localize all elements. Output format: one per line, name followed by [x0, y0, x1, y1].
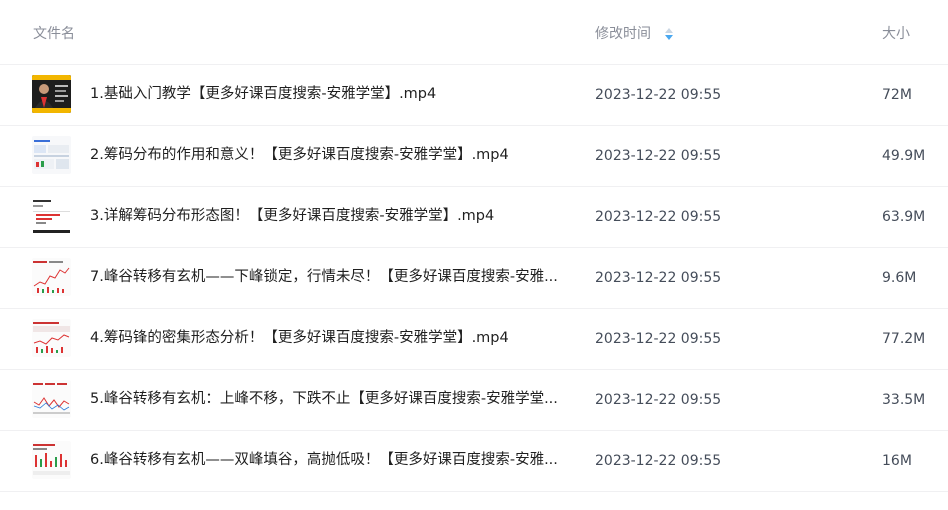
column-header-name[interactable]: 文件名: [33, 25, 75, 43]
file-name[interactable]: 2.筹码分布的作用和意义！【更多好课百度搜索-安雅学堂】.mp4: [90, 146, 560, 165]
file-size: 77.2M: [882, 331, 926, 347]
table-row[interactable]: 1.基础入门教学【更多好课百度搜索-安雅学堂】.mp4 2023-12-22 0…: [0, 64, 948, 126]
file-size: 9.6M: [882, 270, 917, 286]
file-name[interactable]: 4.筹码锋的密集形态分析！【更多好课百度搜索-安雅学堂】.mp4: [90, 329, 560, 348]
file-name[interactable]: 5.峰谷转移有玄机：上峰不移，下跌不止【更多好课百度搜索-安雅学堂...: [90, 390, 560, 409]
table-row[interactable]: 7.峰谷转移有玄机——下峰锁定，行情未尽！【更多好课百度搜索-安雅... 202…: [0, 247, 948, 309]
file-name[interactable]: 3.详解筹码分布形态图！【更多好课百度搜索-安雅学堂】.mp4: [90, 207, 560, 226]
table-row[interactable]: 3.详解筹码分布形态图！【更多好课百度搜索-安雅学堂】.mp4 2023-12-…: [0, 186, 948, 248]
video-thumbnail-chart: [32, 197, 71, 235]
sort-arrows-icon[interactable]: [664, 26, 674, 42]
file-size: 16M: [882, 453, 912, 469]
file-list-table: 文件名 修改时间 大小 1.基础入门教学【更多好课百度搜索-安雅学堂】.mp4 …: [0, 0, 948, 510]
file-modified-time: 2023-12-22 09:55: [595, 392, 722, 408]
column-header-size[interactable]: 大小: [882, 25, 910, 43]
table-row[interactable]: 5.峰谷转移有玄机：上峰不移，下跌不止【更多好课百度搜索-安雅学堂... 202…: [0, 369, 948, 431]
file-name[interactable]: 1.基础入门教学【更多好课百度搜索-安雅学堂】.mp4: [90, 85, 560, 104]
file-size: 72M: [882, 87, 912, 103]
file-name[interactable]: 6.峰谷转移有玄机——双峰填谷，高抛低吸！【更多好课百度搜索-安雅...: [90, 451, 560, 470]
video-thumbnail-chart: [32, 319, 71, 357]
file-modified-time: 2023-12-22 09:55: [595, 148, 722, 164]
column-header-modified-time[interactable]: 修改时间: [595, 25, 651, 43]
table-row[interactable]: 2.筹码分布的作用和意义！【更多好课百度搜索-安雅学堂】.mp4 2023-12…: [0, 125, 948, 187]
table-row[interactable]: 6.峰谷转移有玄机——双峰填谷，高抛低吸！【更多好课百度搜索-安雅... 202…: [0, 430, 948, 492]
table-row[interactable]: 4.筹码锋的密集形态分析！【更多好课百度搜索-安雅学堂】.mp4 2023-12…: [0, 308, 948, 370]
file-size: 49.9M: [882, 148, 926, 164]
file-modified-time: 2023-12-22 09:55: [595, 270, 722, 286]
video-thumbnail-chart: [32, 441, 71, 479]
file-modified-time: 2023-12-22 09:55: [595, 331, 722, 347]
file-size: 33.5M: [882, 392, 926, 408]
file-modified-time: 2023-12-22 09:55: [595, 453, 722, 469]
video-thumbnail-chart: [32, 136, 71, 174]
video-thumbnail-chart: [32, 258, 71, 296]
video-thumbnail-presenter: [32, 75, 71, 113]
table-header: 文件名 修改时间 大小: [0, 0, 948, 65]
file-modified-time: 2023-12-22 09:55: [595, 209, 722, 225]
file-modified-time: 2023-12-22 09:55: [595, 87, 722, 103]
video-thumbnail-chart: [32, 380, 71, 418]
file-name[interactable]: 7.峰谷转移有玄机——下峰锁定，行情未尽！【更多好课百度搜索-安雅...: [90, 268, 560, 287]
file-size: 63.9M: [882, 209, 926, 225]
